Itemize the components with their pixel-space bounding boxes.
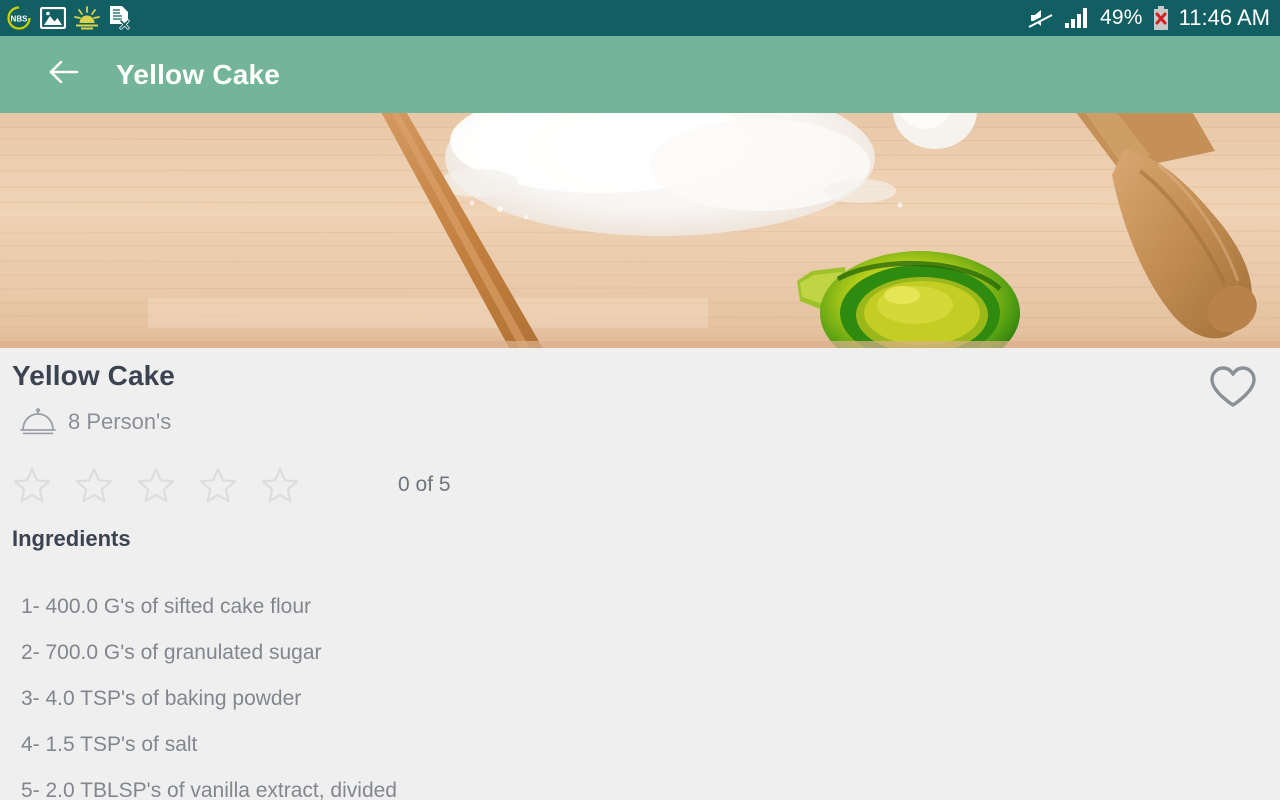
ingredient-item: 5- 2.0 TBLSP's of vanilla extract, divid… xyxy=(21,779,397,800)
svg-text:NBS: NBS xyxy=(11,15,29,24)
arrow-left-icon xyxy=(49,60,79,89)
recipe-title: Yellow Cake xyxy=(12,360,175,391)
back-button[interactable] xyxy=(40,51,88,99)
rating-star-3[interactable] xyxy=(136,465,176,505)
rating-row: 0 of 5 xyxy=(12,460,451,510)
ingredient-item: 4- 1.5 TSP's of salt xyxy=(21,733,198,756)
app-bar: Yellow Cake xyxy=(0,36,1280,113)
serving-dome-icon xyxy=(20,408,56,436)
recipe-hero-image xyxy=(0,113,1280,348)
servings-label: 8 Person's xyxy=(68,409,172,434)
rating-star-1[interactable] xyxy=(12,465,52,505)
sunrise-icon xyxy=(74,6,100,30)
favorite-button[interactable] xyxy=(1204,360,1262,418)
ingredient-item: 3- 4.0 TSP's of baking powder xyxy=(21,687,302,710)
app-bar-title: Yellow Cake xyxy=(116,58,281,90)
status-bar-right-icons: 49% 11:46 AM xyxy=(1018,5,1270,31)
ingredients-heading: Ingredients xyxy=(12,526,131,551)
ingredients-list: 1- 400.0 G's of sifted cake flour 2- 700… xyxy=(0,584,1280,800)
status-bar-left-icons: NBS xyxy=(6,5,140,31)
photo-icon xyxy=(39,6,67,30)
rating-star-2[interactable] xyxy=(74,465,114,505)
document-error-icon xyxy=(108,5,132,31)
rating-star-5[interactable] xyxy=(260,465,300,505)
clock-label: 11:46 AM xyxy=(1178,5,1270,30)
recipe-content: Yellow Cake 8 Person's 0 of 5 Ingredient… xyxy=(0,348,1280,800)
mute-icon xyxy=(1028,8,1054,28)
ingredient-item: 1- 400.0 G's of sifted cake flour xyxy=(21,595,311,618)
status-bar: NBS 49% 11:46 AM xyxy=(0,0,1280,36)
signal-bars-icon xyxy=(1064,7,1090,29)
rating-star-4[interactable] xyxy=(198,465,238,505)
heart-outline-icon xyxy=(1209,365,1257,414)
servings-row: 8 Person's xyxy=(20,408,171,436)
battery-percent-label: 49% xyxy=(1100,6,1143,29)
ingredient-item: 2- 700.0 G's of granulated sugar xyxy=(21,641,322,664)
recipe-detail-screen: NBS 49% 11:46 AM Yellow Cake Yellow Cake… xyxy=(0,0,1280,800)
rating-count-label: 0 of 5 xyxy=(398,473,451,496)
nbs-logo-icon: NBS xyxy=(6,5,32,31)
battery-error-icon xyxy=(1153,6,1169,30)
